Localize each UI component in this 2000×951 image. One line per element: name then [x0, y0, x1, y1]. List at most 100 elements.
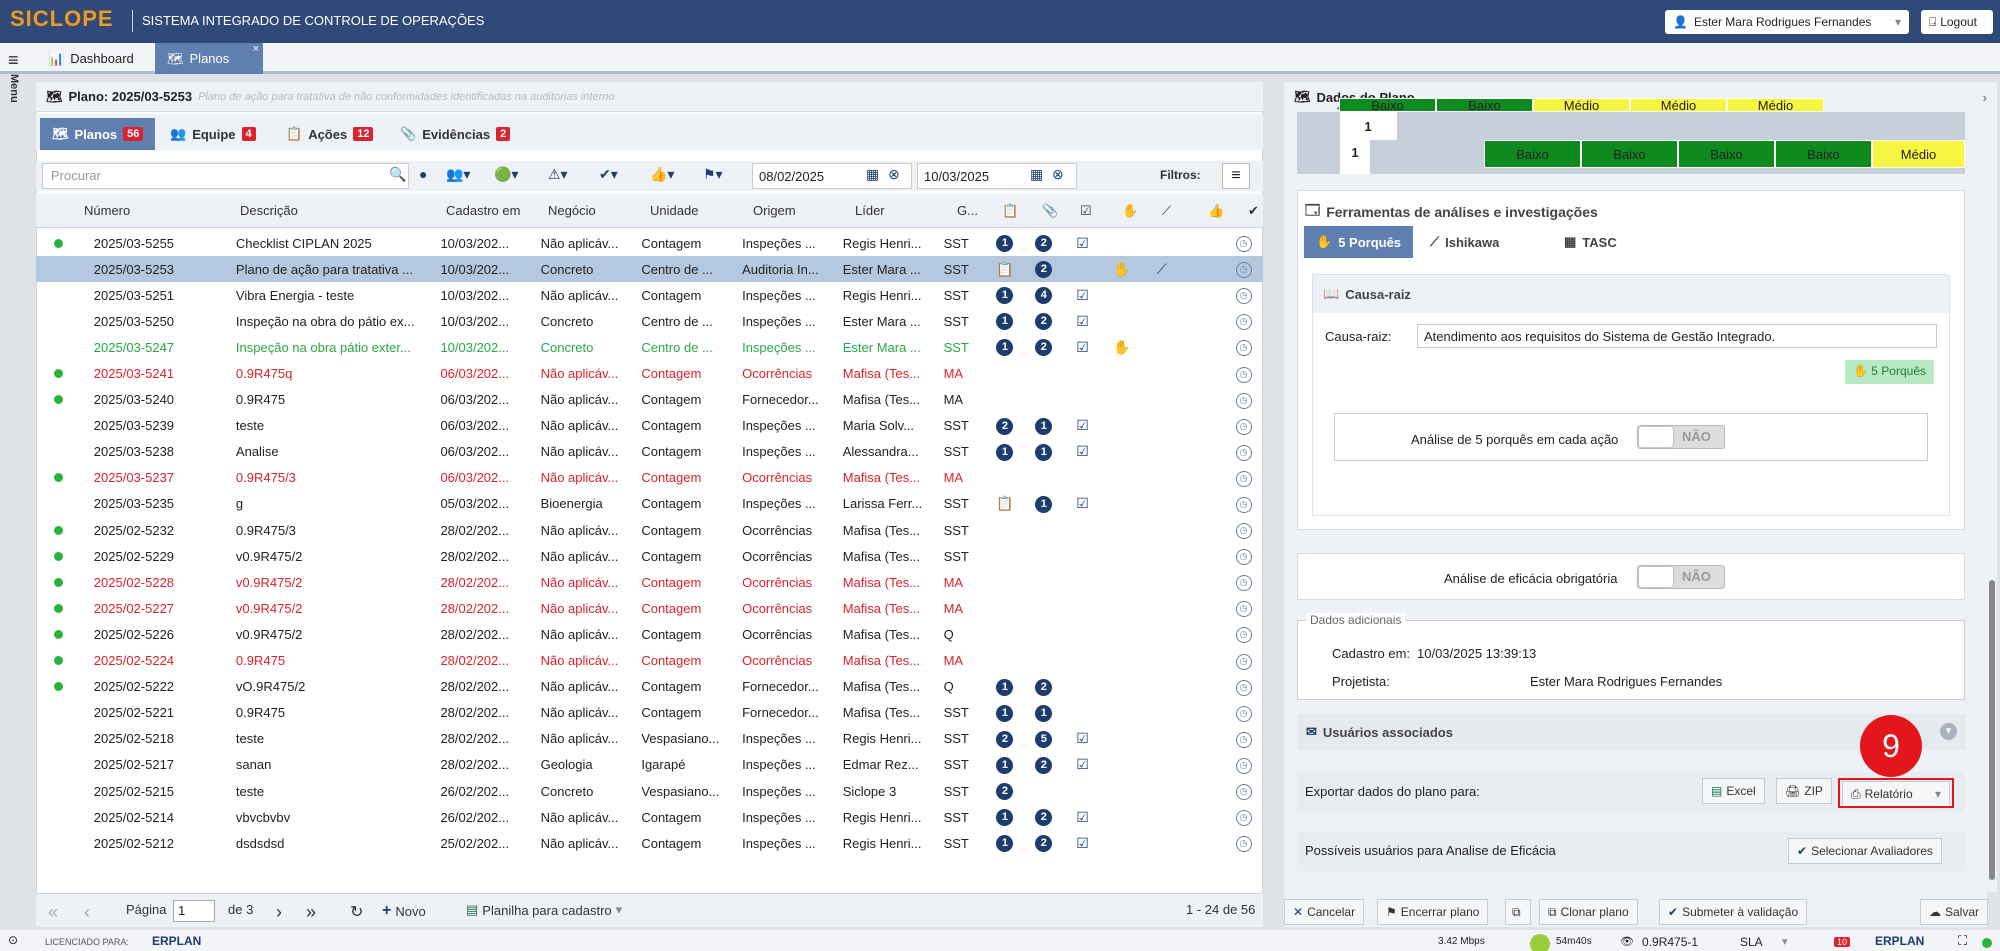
- column-header[interactable]: Origem: [753, 203, 796, 218]
- user-filter-icon[interactable]: ●: [419, 166, 427, 182]
- search-icon[interactable]: 🔍: [389, 166, 406, 183]
- flag-filter-icon[interactable]: ⚑▾: [703, 166, 723, 183]
- save-button[interactable]: ☁ Salvar: [1920, 899, 1989, 925]
- history-icon[interactable]: ◷: [1235, 236, 1252, 253]
- chevron-down-icon[interactable]: ▾: [1782, 935, 1788, 948]
- table-row[interactable]: 2025/02-5218 teste 28/02/202... Não aplicáv…: [36, 726, 1263, 752]
- first-page-icon[interactable]: «: [48, 902, 58, 923]
- paperclip-column-icon[interactable]: 📎: [1042, 203, 1058, 219]
- tab-planos[interactable]: 🗺 Planos ×: [155, 43, 263, 74]
- history-icon[interactable]: ◷: [1235, 627, 1252, 644]
- table-row[interactable]: 2025/02-5227 v0.9R475/2 28/02/202... Não ap…: [36, 595, 1263, 621]
- history-icon[interactable]: ◷: [1235, 810, 1252, 827]
- warning-filter-icon[interactable]: ⚠▾: [548, 166, 568, 183]
- hamburger-menu-icon[interactable]: ≡: [8, 50, 19, 71]
- calendar-icon[interactable]: ▦: [1030, 166, 1043, 183]
- table-row[interactable]: 2025/03-5237 0.9R475/3 06/03/202... Não apl…: [36, 465, 1263, 491]
- history-icon[interactable]: ◷: [1235, 288, 1252, 305]
- fullscreen-icon[interactable]: ⛶: [1958, 933, 1967, 949]
- chevron-down-icon[interactable]: ▾: [1940, 723, 1957, 740]
- clear-icon[interactable]: ⊗: [1052, 166, 1064, 183]
- close-icon[interactable]: ×: [253, 43, 259, 55]
- history-icon[interactable]: ◷: [1235, 340, 1252, 357]
- table-row[interactable]: 2025/02-5232 0.9R475/3 28/02/202... Não apl…: [36, 517, 1263, 543]
- spreadsheet-button[interactable]: ▤ Planilha para cadastro ▾: [466, 902, 622, 918]
- table-row[interactable]: 2025/03-5255 Checklist CIPLAN 2025 10/03/2…: [36, 230, 1263, 256]
- scrollbar-thumb[interactable]: [1989, 580, 1995, 880]
- history-icon[interactable]: ◷: [1235, 731, 1252, 748]
- check-column-icon[interactable]: ✔: [1248, 203, 1259, 219]
- refresh-icon[interactable]: ↻: [350, 902, 363, 922]
- table-row[interactable]: 2025/03-5251 Vibra Energia - teste 10/03/2…: [36, 282, 1263, 308]
- history-icon[interactable]: ◷: [1235, 496, 1252, 513]
- efficacy-toggle[interactable]: NÃO: [1637, 565, 1725, 589]
- tab-tasc[interactable]: ▦ TASC: [1552, 226, 1629, 258]
- column-header[interactable]: G...: [957, 203, 978, 218]
- table-row[interactable]: 2025/02-5222 vO.9R475/2 28/02/202... Não ap…: [36, 674, 1263, 700]
- subtab-acoes[interactable]: 📋 Ações 12: [274, 118, 385, 150]
- table-row[interactable]: 2025/02-5212 dsdsdsd 25/02/202... Não aplic…: [36, 830, 1263, 856]
- history-icon[interactable]: ◷: [1235, 392, 1252, 409]
- table-row[interactable]: 2025/03-5247 Inspeção na obra pátio exter…: [36, 334, 1263, 360]
- filters-list-button[interactable]: ≡: [1222, 163, 1250, 189]
- subtab-equipe[interactable]: 👥 Equipe 4: [158, 118, 268, 150]
- table-row[interactable]: 2025/03-5240 0.9R475 06/03/202... Não aplic…: [36, 387, 1263, 413]
- team-filter-icon[interactable]: 👥▾: [446, 166, 470, 183]
- clipboard-column-icon[interactable]: 📋: [1002, 203, 1018, 219]
- table-row[interactable]: 2025/02-5214 vbvcbvbv 26/02/202... Não apli…: [36, 804, 1263, 830]
- clear-icon[interactable]: ⊗: [888, 166, 900, 183]
- next-page-icon[interactable]: ›: [276, 902, 282, 923]
- history-icon[interactable]: ◷: [1235, 601, 1252, 618]
- table-row[interactable]: 2025/03-5235 g 05/03/202... Bioenergia Conta…: [36, 491, 1263, 517]
- column-header[interactable]: Negócio: [548, 203, 596, 218]
- page-input[interactable]: 1: [173, 900, 215, 922]
- status-filter-icon[interactable]: 🟢▾: [494, 166, 518, 183]
- cancel-button[interactable]: ✕ Cancelar: [1284, 899, 1365, 925]
- column-header[interactable]: Cadastro em: [446, 203, 520, 218]
- history-icon[interactable]: ◷: [1235, 366, 1252, 383]
- tab-ishikawa[interactable]: ⟋ Ishikawa: [1418, 226, 1511, 258]
- table-row[interactable]: 2025/03-5253 Plano de ação para tratativa…: [36, 256, 1263, 283]
- history-icon[interactable]: ◷: [1235, 836, 1252, 853]
- history-icon[interactable]: ◷: [1235, 757, 1252, 774]
- table-row[interactable]: 2025/03-5239 teste 06/03/202... Não aplicáv…: [36, 413, 1263, 439]
- five-whys-button[interactable]: ✋ 5 Porquês: [1845, 360, 1934, 384]
- calendar-icon[interactable]: ▦: [866, 166, 879, 183]
- history-icon[interactable]: ◷: [1235, 418, 1252, 435]
- history-icon[interactable]: ◷: [1235, 444, 1252, 461]
- sla-dropdown[interactable]: SLA: [1740, 935, 1763, 949]
- table-row[interactable]: 2025/02-5226 v0.9R475/2 28/02/202... Não ap…: [36, 621, 1263, 647]
- table-row[interactable]: 2025/03-5250 Inspeção na obra do pátio ex…: [36, 308, 1263, 334]
- table-row[interactable]: 2025/02-5228 v0.9R475/2 28/02/202... Não ap…: [36, 569, 1263, 595]
- last-page-icon[interactable]: »: [306, 902, 316, 923]
- root-cause-input[interactable]: Atendimento aos requisitos do Sistema de…: [1417, 324, 1937, 348]
- history-icon[interactable]: ◷: [1235, 314, 1252, 331]
- five-whys-each-toggle[interactable]: NÃO: [1637, 425, 1725, 449]
- table-row[interactable]: 2025/02-5229 v0.9R475/2 28/02/202... Não ap…: [36, 543, 1263, 569]
- user-dropdown[interactable]: 👤 Ester Mara Rodrigues Fernandes ▾: [1665, 10, 1909, 34]
- table-row[interactable]: 2025/03-5241 0.9R475q 06/03/202... Não apli…: [36, 360, 1263, 386]
- logout-button[interactable]: ⍈ Logout: [1921, 10, 1993, 34]
- checklist-column-icon[interactable]: ☑: [1080, 203, 1092, 219]
- copy-button[interactable]: ⧉: [1505, 899, 1531, 925]
- history-icon[interactable]: ◷: [1235, 653, 1252, 670]
- collapse-icon[interactable]: ›: [1983, 90, 1987, 105]
- excel-button[interactable]: ▤ Excel: [1702, 778, 1765, 804]
- five-whys-column-icon[interactable]: ✋: [1122, 203, 1138, 219]
- help-icon[interactable]: ⊙: [8, 933, 18, 947]
- history-icon[interactable]: ◷: [1235, 523, 1252, 540]
- column-header[interactable]: Número: [84, 203, 130, 218]
- chevron-down-icon[interactable]: ▾: [616, 902, 623, 918]
- check-filter-icon[interactable]: ✔▾: [599, 166, 618, 183]
- tab-dashboard[interactable]: 📊 Dashboard: [36, 43, 146, 74]
- notification-badge[interactable]: 10: [1834, 937, 1851, 947]
- menu-label[interactable]: Menu: [8, 74, 20, 103]
- table-row[interactable]: 2025/02-5224 0.9R475 28/02/202... Não aplic…: [36, 648, 1263, 674]
- column-header[interactable]: Descrição: [240, 203, 298, 218]
- subtab-planos[interactable]: 🗺 Planos 56: [40, 118, 156, 150]
- history-icon[interactable]: ◷: [1235, 549, 1252, 566]
- prev-page-icon[interactable]: ‹: [84, 902, 90, 923]
- search-input[interactable]: Procurar: [42, 163, 409, 189]
- history-icon[interactable]: ◷: [1235, 262, 1252, 279]
- thumbs-up-column-icon[interactable]: 👍: [1208, 203, 1224, 219]
